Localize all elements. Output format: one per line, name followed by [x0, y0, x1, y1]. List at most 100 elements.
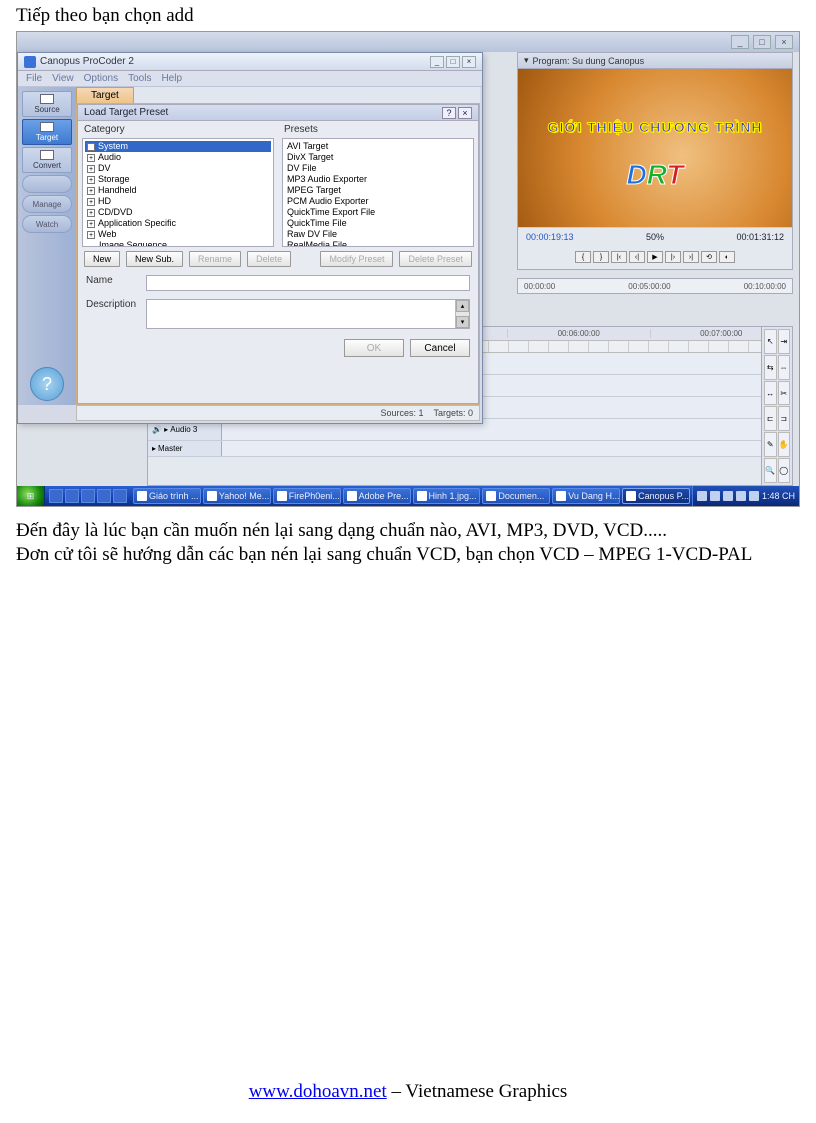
track-label[interactable]: ▸ Master [148, 441, 222, 456]
slip-tool-icon[interactable]: ⊏ [764, 406, 777, 431]
tray-icon[interactable] [723, 491, 733, 501]
goto-out-button[interactable]: ›| [683, 251, 699, 263]
preset-item[interactable]: QuickTime Export File [285, 207, 471, 218]
start-button[interactable]: ⊞ [17, 486, 45, 506]
menu-help[interactable]: Help [161, 73, 182, 84]
ql-icon[interactable] [97, 489, 111, 503]
ql-icon[interactable] [81, 489, 95, 503]
tree-item[interactable]: Image Sequence [85, 240, 271, 247]
preset-item[interactable]: MP3 Audio Exporter [285, 174, 471, 185]
rolling-tool-icon[interactable]: ⇔ [778, 355, 791, 380]
menu-tools[interactable]: Tools [128, 73, 151, 84]
preset-item[interactable]: AVI Target [285, 141, 471, 152]
zoom-level[interactable]: 50% [646, 232, 664, 242]
ql-icon[interactable] [113, 489, 127, 503]
taskbar-item[interactable]: Adobe Pre... [343, 488, 411, 504]
scroll-down-icon[interactable]: ▾ [456, 316, 469, 328]
rate-tool-icon[interactable]: ↔ [764, 381, 777, 406]
minimize-icon[interactable]: _ [731, 35, 749, 49]
jog-button[interactable]: ◐ [719, 251, 735, 263]
menu-view[interactable]: View [52, 73, 74, 84]
maximize-icon[interactable]: □ [753, 35, 771, 49]
sidebar-source[interactable]: Source [22, 91, 72, 117]
footer-link[interactable]: www.dohoavn.net [249, 1081, 387, 1102]
sidebar-manage[interactable]: Manage [22, 195, 72, 213]
new-button[interactable]: New [84, 251, 120, 267]
tool-icon[interactable]: ◯ [778, 458, 791, 483]
cancel-button[interactable]: Cancel [410, 339, 470, 357]
menu-file[interactable]: File [26, 73, 42, 84]
tree-item[interactable]: +Web [85, 229, 271, 240]
taskbar-item[interactable]: Canopus P... [622, 488, 690, 504]
ripple-tool-icon[interactable]: ⇆ [764, 355, 777, 380]
taskbar-item[interactable]: Documen... [482, 488, 550, 504]
preset-item[interactable]: PCM Audio Exporter [285, 196, 471, 207]
maximize-icon[interactable]: □ [446, 56, 460, 68]
mark-out-button[interactable]: } [593, 251, 609, 263]
help-icon[interactable]: ? [442, 107, 456, 119]
tree-item[interactable]: +HD [85, 196, 271, 207]
taskbar-item[interactable]: Yahoo! Me... [203, 488, 271, 504]
taskbar-item[interactable]: Hinh 1.jpg... [413, 488, 481, 504]
dialog-titlebar[interactable]: Load Target Preset ?× [78, 105, 478, 121]
preset-item[interactable]: MPEG Target [285, 185, 471, 196]
selection-tool-icon[interactable]: ↖ [764, 329, 777, 354]
tree-item[interactable]: +Storage [85, 174, 271, 185]
step-back-button[interactable]: ‹| [629, 251, 645, 263]
preset-item[interactable]: DV File [285, 163, 471, 174]
track-select-tool-icon[interactable]: ⇥ [778, 329, 791, 354]
sidebar-target[interactable]: Target [22, 119, 72, 145]
rename-button[interactable]: Rename [189, 251, 241, 267]
tree-item[interactable]: +Application Specific [85, 218, 271, 229]
tab-target[interactable]: Target [76, 87, 134, 103]
sidebar-watch[interactable]: Watch [22, 215, 72, 233]
taskbar-item[interactable]: Vu Dang H... [552, 488, 620, 504]
preset-item[interactable]: Raw DV File [285, 229, 471, 240]
delete-preset-button[interactable]: Delete Preset [399, 251, 472, 267]
sidebar-btn[interactable] [22, 175, 72, 193]
ql-icon[interactable] [65, 489, 79, 503]
description-textarea[interactable]: ▴▾ [146, 299, 470, 329]
ql-icon[interactable] [49, 489, 63, 503]
goto-in-button[interactable]: |‹ [611, 251, 627, 263]
step-fwd-button[interactable]: |› [665, 251, 681, 263]
procoder-titlebar[interactable]: Canopus ProCoder 2 _ □ × [18, 53, 482, 71]
slide-tool-icon[interactable]: ⊐ [778, 406, 791, 431]
preset-item[interactable]: QuickTime File [285, 218, 471, 229]
modify-preset-button[interactable]: Modify Preset [320, 251, 393, 267]
taskbar-item[interactable]: FirePh0eni... [273, 488, 341, 504]
help-icon[interactable]: ? [30, 367, 64, 401]
close-icon[interactable]: × [775, 35, 793, 49]
preset-item[interactable]: DivX Target [285, 152, 471, 163]
mark-in-button[interactable]: { [575, 251, 591, 263]
category-tree[interactable]: -System+Audio+DV+Storage+Handheld+HD+CD/… [82, 138, 274, 247]
minimize-icon[interactable]: _ [430, 56, 444, 68]
tray-icon[interactable] [697, 491, 707, 501]
sidebar-convert[interactable]: Convert [22, 147, 72, 173]
close-icon[interactable]: × [458, 107, 472, 119]
tree-item[interactable]: +DV [85, 163, 271, 174]
loop-button[interactable]: ⟲ [701, 251, 717, 263]
razor-tool-icon[interactable]: ✂ [778, 381, 791, 406]
play-button[interactable]: ▶ [647, 251, 663, 263]
track-content[interactable] [222, 441, 792, 456]
menu-options[interactable]: Options [84, 73, 118, 84]
ok-button[interactable]: OK [344, 339, 404, 357]
presets-list[interactable]: AVI TargetDivX TargetDV FileMP3 Audio Ex… [282, 138, 474, 247]
scroll-up-icon[interactable]: ▴ [456, 300, 469, 312]
name-input[interactable] [146, 275, 470, 291]
preset-item[interactable]: RealMedia File [285, 240, 471, 247]
tree-item[interactable]: +Handheld [85, 185, 271, 196]
tree-item[interactable]: +Audio [85, 152, 271, 163]
delete-button[interactable]: Delete [247, 251, 291, 267]
new-sub-button[interactable]: New Sub. [126, 251, 183, 267]
tray-icon[interactable] [710, 491, 720, 501]
tree-item[interactable]: +CD/DVD [85, 207, 271, 218]
close-icon[interactable]: × [462, 56, 476, 68]
tray-icon[interactable] [749, 491, 759, 501]
pen-tool-icon[interactable]: ✎ [764, 432, 777, 457]
tray-icon[interactable] [736, 491, 746, 501]
tree-item[interactable]: -System [85, 141, 271, 152]
taskbar-item[interactable]: Giáo trình ... [133, 488, 201, 504]
hand-tool-icon[interactable]: ✋ [778, 432, 791, 457]
